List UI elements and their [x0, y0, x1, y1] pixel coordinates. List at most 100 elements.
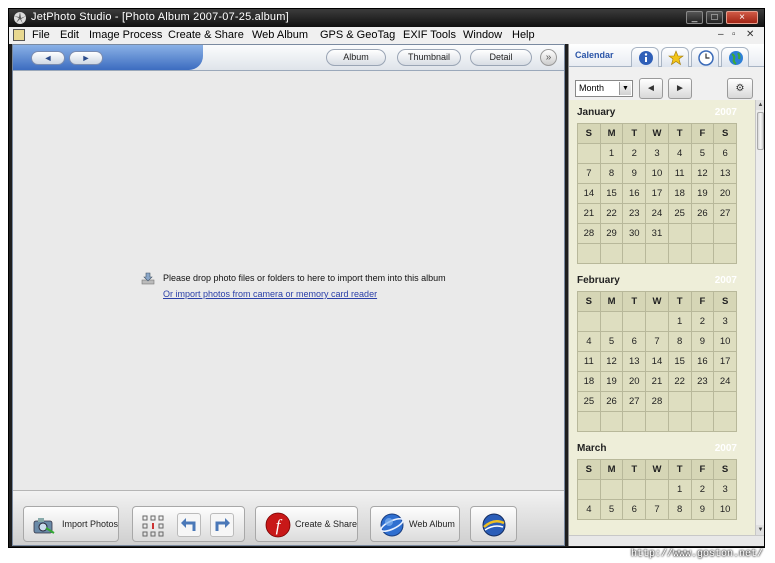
day-cell[interactable]: 5: [599, 499, 624, 520]
day-cell[interactable]: 12: [599, 351, 624, 372]
back-button[interactable]: ◄: [31, 51, 65, 65]
day-cell[interactable]: 22: [667, 371, 692, 392]
day-cell[interactable]: 30: [622, 223, 647, 244]
view-mode-select[interactable]: Month ▼: [575, 80, 633, 97]
day-cell[interactable]: 26: [599, 391, 624, 412]
day-cell[interactable]: 18: [577, 371, 601, 392]
day-cell[interactable]: 8: [667, 499, 692, 520]
day-cell[interactable]: 16: [622, 183, 647, 204]
menu-web-album[interactable]: Web Album: [249, 28, 311, 43]
mdi-restore-button[interactable]: ▫: [732, 29, 736, 40]
menu-file[interactable]: File: [29, 28, 53, 43]
day-cell[interactable]: 7: [645, 499, 669, 520]
menu-create-share[interactable]: Create & Share: [165, 28, 247, 43]
day-cell[interactable]: 14: [645, 351, 669, 372]
day-cell[interactable]: 9: [690, 499, 715, 520]
close-button[interactable]: ×: [726, 11, 758, 24]
maximize-button[interactable]: □: [706, 11, 723, 24]
day-cell[interactable]: 1: [599, 143, 624, 164]
tab-timeline[interactable]: [691, 47, 719, 67]
day-cell[interactable]: 8: [667, 331, 692, 352]
day-cell[interactable]: 9: [622, 163, 647, 184]
day-cell[interactable]: 10: [645, 163, 669, 184]
day-cell[interactable]: 28: [577, 223, 601, 244]
create-share-button[interactable]: f Create & Share: [255, 506, 358, 542]
import-photos-button[interactable]: Import Photos: [23, 506, 119, 542]
day-cell[interactable]: 7: [645, 331, 669, 352]
day-cell[interactable]: 7: [577, 163, 601, 184]
day-cell[interactable]: 15: [667, 351, 692, 372]
day-cell[interactable]: 2: [690, 479, 715, 500]
arrange-icon[interactable]: [142, 515, 164, 537]
rotate-left-button[interactable]: [177, 513, 201, 537]
menu-gps-geotag[interactable]: GPS & GeoTag: [317, 28, 398, 43]
scroll-thumb[interactable]: [757, 112, 764, 150]
day-cell[interactable]: 27: [622, 391, 647, 412]
scroll-up-button[interactable]: ▲: [756, 100, 764, 110]
day-cell[interactable]: 23: [622, 203, 647, 224]
day-cell[interactable]: 27: [713, 203, 737, 224]
day-cell[interactable]: 19: [690, 183, 715, 204]
day-cell[interactable]: 12: [690, 163, 715, 184]
document-icon[interactable]: [13, 29, 25, 41]
tab-map[interactable]: [721, 47, 749, 67]
day-cell[interactable]: 29: [599, 223, 624, 244]
drop-zone[interactable]: Please drop photo files or folders to he…: [141, 272, 481, 302]
tab-rating[interactable]: [661, 47, 689, 67]
day-cell[interactable]: 1: [667, 311, 692, 332]
menu-edit[interactable]: Edit: [57, 28, 82, 43]
menu-help[interactable]: Help: [509, 28, 538, 43]
day-cell[interactable]: 1: [667, 479, 692, 500]
tab-thumbnail[interactable]: Thumbnail: [397, 49, 461, 66]
day-cell[interactable]: 2: [690, 311, 715, 332]
day-cell[interactable]: 11: [577, 351, 601, 372]
day-cell[interactable]: 2: [622, 143, 647, 164]
menu-window[interactable]: Window: [460, 28, 505, 43]
mdi-minimize-button[interactable]: –: [718, 29, 724, 40]
import-from-camera-link[interactable]: Or import photos from camera or memory c…: [163, 289, 377, 299]
day-cell[interactable]: 4: [577, 499, 601, 520]
day-cell[interactable]: 10: [713, 331, 737, 352]
day-cell[interactable]: 25: [667, 203, 692, 224]
tab-calendar[interactable]: Calendar: [575, 50, 614, 60]
vertical-scrollbar[interactable]: ▲ ▼: [755, 100, 764, 535]
day-cell[interactable]: 26: [690, 203, 715, 224]
menu-image-process[interactable]: Image Process: [86, 28, 165, 43]
tab-info[interactable]: [631, 47, 659, 67]
day-cell[interactable]: 5: [599, 331, 624, 352]
prev-period-button[interactable]: ◄: [639, 78, 663, 99]
calendar-settings-button[interactable]: ⚙: [727, 78, 753, 99]
forward-button[interactable]: ►: [69, 51, 103, 65]
day-cell[interactable]: 19: [599, 371, 624, 392]
day-cell[interactable]: 20: [713, 183, 737, 204]
day-cell[interactable]: 4: [577, 331, 601, 352]
day-cell[interactable]: 28: [645, 391, 669, 412]
minimize-button[interactable]: _: [686, 11, 703, 24]
web-album-button[interactable]: Web Album: [370, 506, 460, 542]
day-cell[interactable]: 3: [713, 311, 737, 332]
rotate-right-button[interactable]: [210, 513, 234, 537]
day-cell[interactable]: 5: [690, 143, 715, 164]
day-cell[interactable]: 11: [667, 163, 692, 184]
day-cell[interactable]: 21: [645, 371, 669, 392]
day-cell[interactable]: 13: [713, 163, 737, 184]
mdi-close-button[interactable]: ✕: [746, 29, 754, 40]
menu-exif-tools[interactable]: EXIF Tools: [400, 28, 459, 43]
day-cell[interactable]: 15: [599, 183, 624, 204]
title-bar[interactable]: JetPhoto Studio - [Photo Album 2007-07-2…: [9, 9, 764, 27]
day-cell[interactable]: 31: [645, 223, 669, 244]
scroll-down-button[interactable]: ▼: [756, 525, 764, 535]
day-cell[interactable]: 13: [622, 351, 647, 372]
day-cell[interactable]: 6: [622, 499, 647, 520]
tab-album[interactable]: Album: [326, 49, 386, 66]
day-cell[interactable]: 3: [645, 143, 669, 164]
tab-detail[interactable]: Detail: [470, 49, 532, 66]
day-cell[interactable]: 24: [713, 371, 737, 392]
day-cell[interactable]: 17: [645, 183, 669, 204]
next-period-button[interactable]: ►: [668, 78, 692, 99]
day-cell[interactable]: 17: [713, 351, 737, 372]
day-cell[interactable]: 18: [667, 183, 692, 204]
more-button[interactable]: »: [540, 49, 557, 66]
day-cell[interactable]: 8: [599, 163, 624, 184]
day-cell[interactable]: 4: [667, 143, 692, 164]
